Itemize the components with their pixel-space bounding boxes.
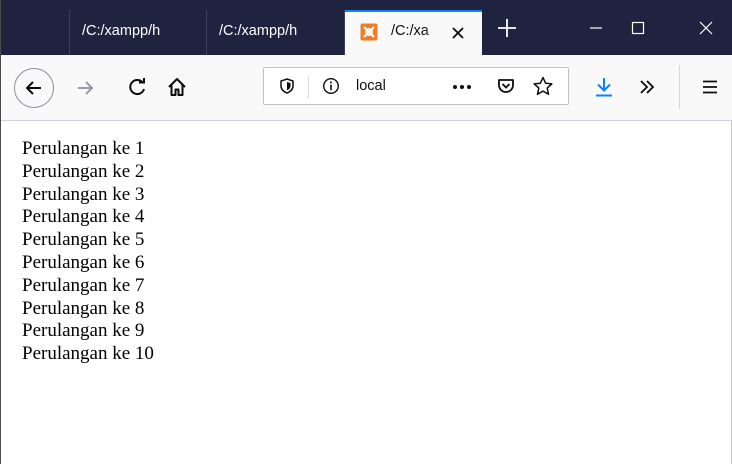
output-line: Perulangan ke 8 bbox=[22, 297, 145, 319]
tab-strip: /C:/xampp/h /C:/xampp/h /C:/xa bbox=[1, 0, 732, 55]
output-line: Perulangan ke 5 bbox=[22, 229, 145, 251]
plus-icon[interactable] bbox=[495, 16, 519, 40]
chevrons-right-icon[interactable] bbox=[637, 77, 657, 97]
home-icon[interactable] bbox=[166, 76, 188, 98]
url-bar[interactable]: local bbox=[263, 67, 569, 105]
tab-title: /C:/xampp/h bbox=[82, 23, 161, 39]
xampp-icon bbox=[360, 23, 378, 41]
page-content: Perulangan ke 1 Perulangan ke 2 Perulang… bbox=[22, 138, 154, 366]
reload-icon[interactable] bbox=[127, 77, 147, 97]
browser-window: /C:/xampp/h /C:/xampp/h /C:/xa local Per… bbox=[0, 0, 732, 464]
more-icon[interactable] bbox=[451, 78, 473, 96]
forward-arrow-icon[interactable] bbox=[75, 78, 95, 98]
info-icon[interactable] bbox=[322, 77, 340, 95]
pocket-icon[interactable] bbox=[496, 76, 516, 96]
back-arrow-icon bbox=[26, 81, 41, 95]
output-line: Perulangan ke 1 bbox=[22, 138, 145, 159]
close-tab-icon[interactable] bbox=[449, 24, 467, 42]
star-icon[interactable] bbox=[532, 75, 554, 97]
hamburger-icon[interactable] bbox=[700, 77, 720, 97]
output-line: Perulangan ke 6 bbox=[22, 251, 145, 273]
minimize-icon[interactable] bbox=[584, 16, 608, 40]
tab[interactable]: /C:/xampp/h bbox=[69, 10, 207, 55]
output-line: Perulangan ke 4 bbox=[22, 206, 145, 228]
shield-icon[interactable] bbox=[278, 77, 296, 95]
output-line: Perulangan ke 3 bbox=[22, 183, 145, 205]
output-line: Perulangan ke 2 bbox=[22, 160, 145, 182]
close-icon[interactable] bbox=[694, 16, 718, 40]
output-line: Perulangan ke 10 bbox=[22, 343, 154, 365]
tab[interactable]: /C:/xampp/h bbox=[207, 10, 345, 55]
navigation-toolbar: local bbox=[1, 55, 732, 121]
back-button[interactable] bbox=[14, 68, 54, 108]
download-icon[interactable] bbox=[593, 76, 615, 98]
tab-title: /C:/xampp/h bbox=[219, 23, 298, 39]
output-line: Perulangan ke 7 bbox=[22, 274, 145, 296]
active-tab[interactable]: /C:/xa bbox=[345, 10, 482, 55]
output-line: Perulangan ke 9 bbox=[22, 320, 145, 342]
maximize-icon[interactable] bbox=[626, 16, 650, 40]
